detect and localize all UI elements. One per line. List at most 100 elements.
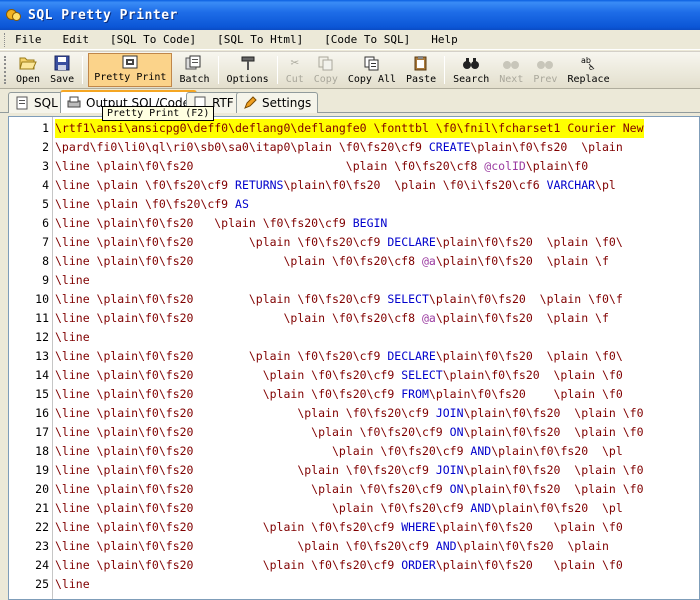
sql-keyword: AND [470,444,492,458]
line-number: 22 [35,520,49,534]
tab-settings[interactable]: Settings [236,92,319,113]
code-line[interactable]: 24 \line \plain\f0\fs20 \plain \f0\fs20\c… [9,556,699,575]
rtf-text: \line [55,273,90,287]
sql-keyword: CREATE [428,140,471,154]
code-line[interactable]: 16 \line \plain\f0\fs20 \plain \f0\fs20\c… [9,404,699,423]
code-text: \line \plain\f0\fs20 \plain \f0\fs20\cf9… [55,214,387,233]
sql-keyword: WHERE [401,520,436,534]
code-text: \line \plain\f0\fs20 \plain \f0\fs20\cf9… [55,404,644,423]
code-line[interactable]: 18 \line \plain\f0\fs20 \plain \f0\fs20\c… [9,442,699,461]
code-line[interactable]: 5 \line \plain \f0\fs20\cf9 AS [9,195,699,214]
sql-keyword: AS [235,197,249,211]
sql-keyword: DECLARE [387,349,436,363]
code-line[interactable]: 10 \line \plain\f0\fs20 \plain \f0\fs20\c… [9,290,699,309]
rtf-text: \line \plain\f0\fs20 \plain \f0\fs20\cf9 [55,425,450,439]
line-number: 10 [35,292,49,306]
code-line[interactable]: 15 \line \plain\f0\fs20 \plain \f0\fs20\c… [9,385,699,404]
sql-keyword: FROM [401,387,429,401]
rtf-text: \plain\f0\fs20 \plain \f0\ [435,349,623,363]
code-line[interactable]: 8 \line \plain\f0\fs20 \plain \f0\fs20\cf… [9,252,699,271]
cut-button[interactable]: ✂ Cut [281,52,309,88]
rtf-text: \plain\f0\fs20 \plain \f0 [463,463,644,477]
save-button[interactable]: Save [45,52,79,88]
tab-sql[interactable]: SQL [8,92,65,113]
open-button[interactable]: Open [11,52,45,88]
code-editor[interactable]: 1 \rtf1\ansi\ansicpg0\deff0\deflang0\defl… [8,116,700,600]
line-number: 17 [35,425,49,439]
code-line[interactable]: 21 \line \plain\f0\fs20 \plain \f0\fs20\c… [9,499,699,518]
code-line[interactable]: 14 \line \plain\f0\fs20 \plain \f0\fs20\c… [9,366,699,385]
search-button[interactable]: Search [448,52,494,88]
rtf-text: \line \plain\f0\fs20 \plain \f0\fs20\cf9 [55,292,388,306]
code-line[interactable]: 25 \line [9,575,699,594]
sql-variable: @colID [484,159,526,173]
code-text: \line \plain\f0\fs20 \plain \f0\fs20\cf8… [55,252,609,271]
line-number: 16 [35,406,49,420]
folder-open-icon [19,54,37,72]
line-number: 3 [42,159,49,173]
pretty-print-button[interactable]: Pretty Print [88,53,173,87]
code-text: \line \plain \f0\fs20\cf9 AS [55,195,249,214]
rtf-text: \plain\f0\fs20 \plain \f0 [435,520,623,534]
code-line[interactable]: 17 \line \plain\f0\fs20 \plain \f0\fs20\c… [9,423,699,442]
toolbar-separator [276,56,278,84]
code-text: \line \plain\f0\fs20 \plain \f0\fs20\cf9… [55,480,644,499]
menu-file[interactable]: File [15,33,42,46]
rtf-text: \plain\f0\fs20 \plain \f0\ [435,235,623,249]
code-line[interactable]: 4 \line \plain \f0\fs20\cf9 RETURNS\plain… [9,176,699,195]
copy-all-button[interactable]: Copy All [343,52,401,88]
toolbar-separator [444,56,446,84]
line-number: 6 [42,216,49,230]
menu-sql-to-code[interactable]: [SQL To Code] [110,33,196,46]
code-line[interactable]: 9 \line [9,271,699,290]
sql-variable: @a [421,311,436,325]
code-line[interactable]: 19 \line \plain\f0\fs20 \plain \f0\fs20\c… [9,461,699,480]
line-number: 9 [42,273,49,287]
code-text: \line \plain\f0\fs20 \plain \f0\fs20\cf9… [55,499,623,518]
line-number: 24 [35,558,49,572]
code-line[interactable]: 12 \line [9,328,699,347]
line-number: 8 [42,254,49,268]
menu-sql-to-html[interactable]: [SQL To Html] [217,33,303,46]
toolbar-separator [82,56,84,84]
code-line[interactable]: 11 \line \plain\f0\fs20 \plain \f0\fs20\c… [9,309,699,328]
sql-keyword: SELECT [387,292,429,306]
code-text: \line \plain\f0\fs20 \plain \f0\fs20\cf8… [55,157,588,176]
sql-keyword: SELECT [401,368,443,382]
line-number: 2 [42,140,49,154]
replace-button[interactable]: ab c Replace [562,52,614,88]
code-line[interactable]: 6 \line \plain\f0\fs20 \plain \f0\fs20\cf… [9,214,699,233]
batch-button[interactable]: Batch [174,52,214,88]
code-text: \rtf1\ansi\ansicpg0\deff0\deflang0\defla… [55,119,644,138]
app-icon [6,7,22,23]
code-line[interactable]: 22 \line \plain\f0\fs20 \plain \f0\fs20\c… [9,518,699,537]
prev-button[interactable]: Prev [528,52,562,88]
code-line[interactable]: 7 \line \plain\f0\fs20 \plain \f0\fs20\cf… [9,233,699,252]
copy-button[interactable]: Copy [309,52,343,88]
sql-keyword: RETURNS [235,178,284,192]
paste-button[interactable]: Paste [401,52,441,88]
code-line[interactable]: 23 \line \plain\f0\fs20 \plain \f0\fs20\c… [9,537,699,556]
sql-keyword: ON [449,425,464,439]
code-line[interactable]: 20 \line \plain\f0\fs20 \plain \f0\fs20\c… [9,480,699,499]
title-bar[interactable]: SQL Pretty Printer [0,0,700,30]
toolbar-separator [217,56,219,84]
sql-keyword: JOIN [435,463,464,477]
printer-icon [67,96,81,110]
code-text: \line \plain\f0\fs20 \plain \f0\fs20\cf9… [55,423,644,442]
menu-edit[interactable]: Edit [63,33,90,46]
menu-help[interactable]: Help [431,33,458,46]
rtf-text: \line \plain\f0\fs20 \plain \f0\fs20\cf9 [55,520,402,534]
code-line[interactable]: 13 \line \plain\f0\fs20 \plain \f0\fs20\c… [9,347,699,366]
code-text: \line [55,328,90,347]
code-line[interactable]: 3 \line \plain\f0\fs20 \plain \f0\fs20\cf… [9,157,699,176]
rtf-text: \plain\f0\fs20 \plain [456,539,609,553]
menu-code-to-sql[interactable]: [Code To SQL] [324,33,410,46]
code-line[interactable]: 1 \rtf1\ansi\ansicpg0\deff0\deflang0\defl… [9,119,699,138]
code-text: \line \plain\f0\fs20 \plain \f0\fs20\cf9… [55,442,623,461]
options-button[interactable]: Options [222,52,274,88]
rtf-text: \line \plain\f0\fs20 \plain \f0\fs20\cf9 [55,463,436,477]
next-button[interactable]: Next [494,52,528,88]
code-line[interactable]: 2 \pard\fi0\li0\ql\ri0\sb0\sa0\itap0\plai… [9,138,699,157]
rtf-text: \line \plain\f0\fs20 \plain \f0\fs20\cf9 [55,235,388,249]
